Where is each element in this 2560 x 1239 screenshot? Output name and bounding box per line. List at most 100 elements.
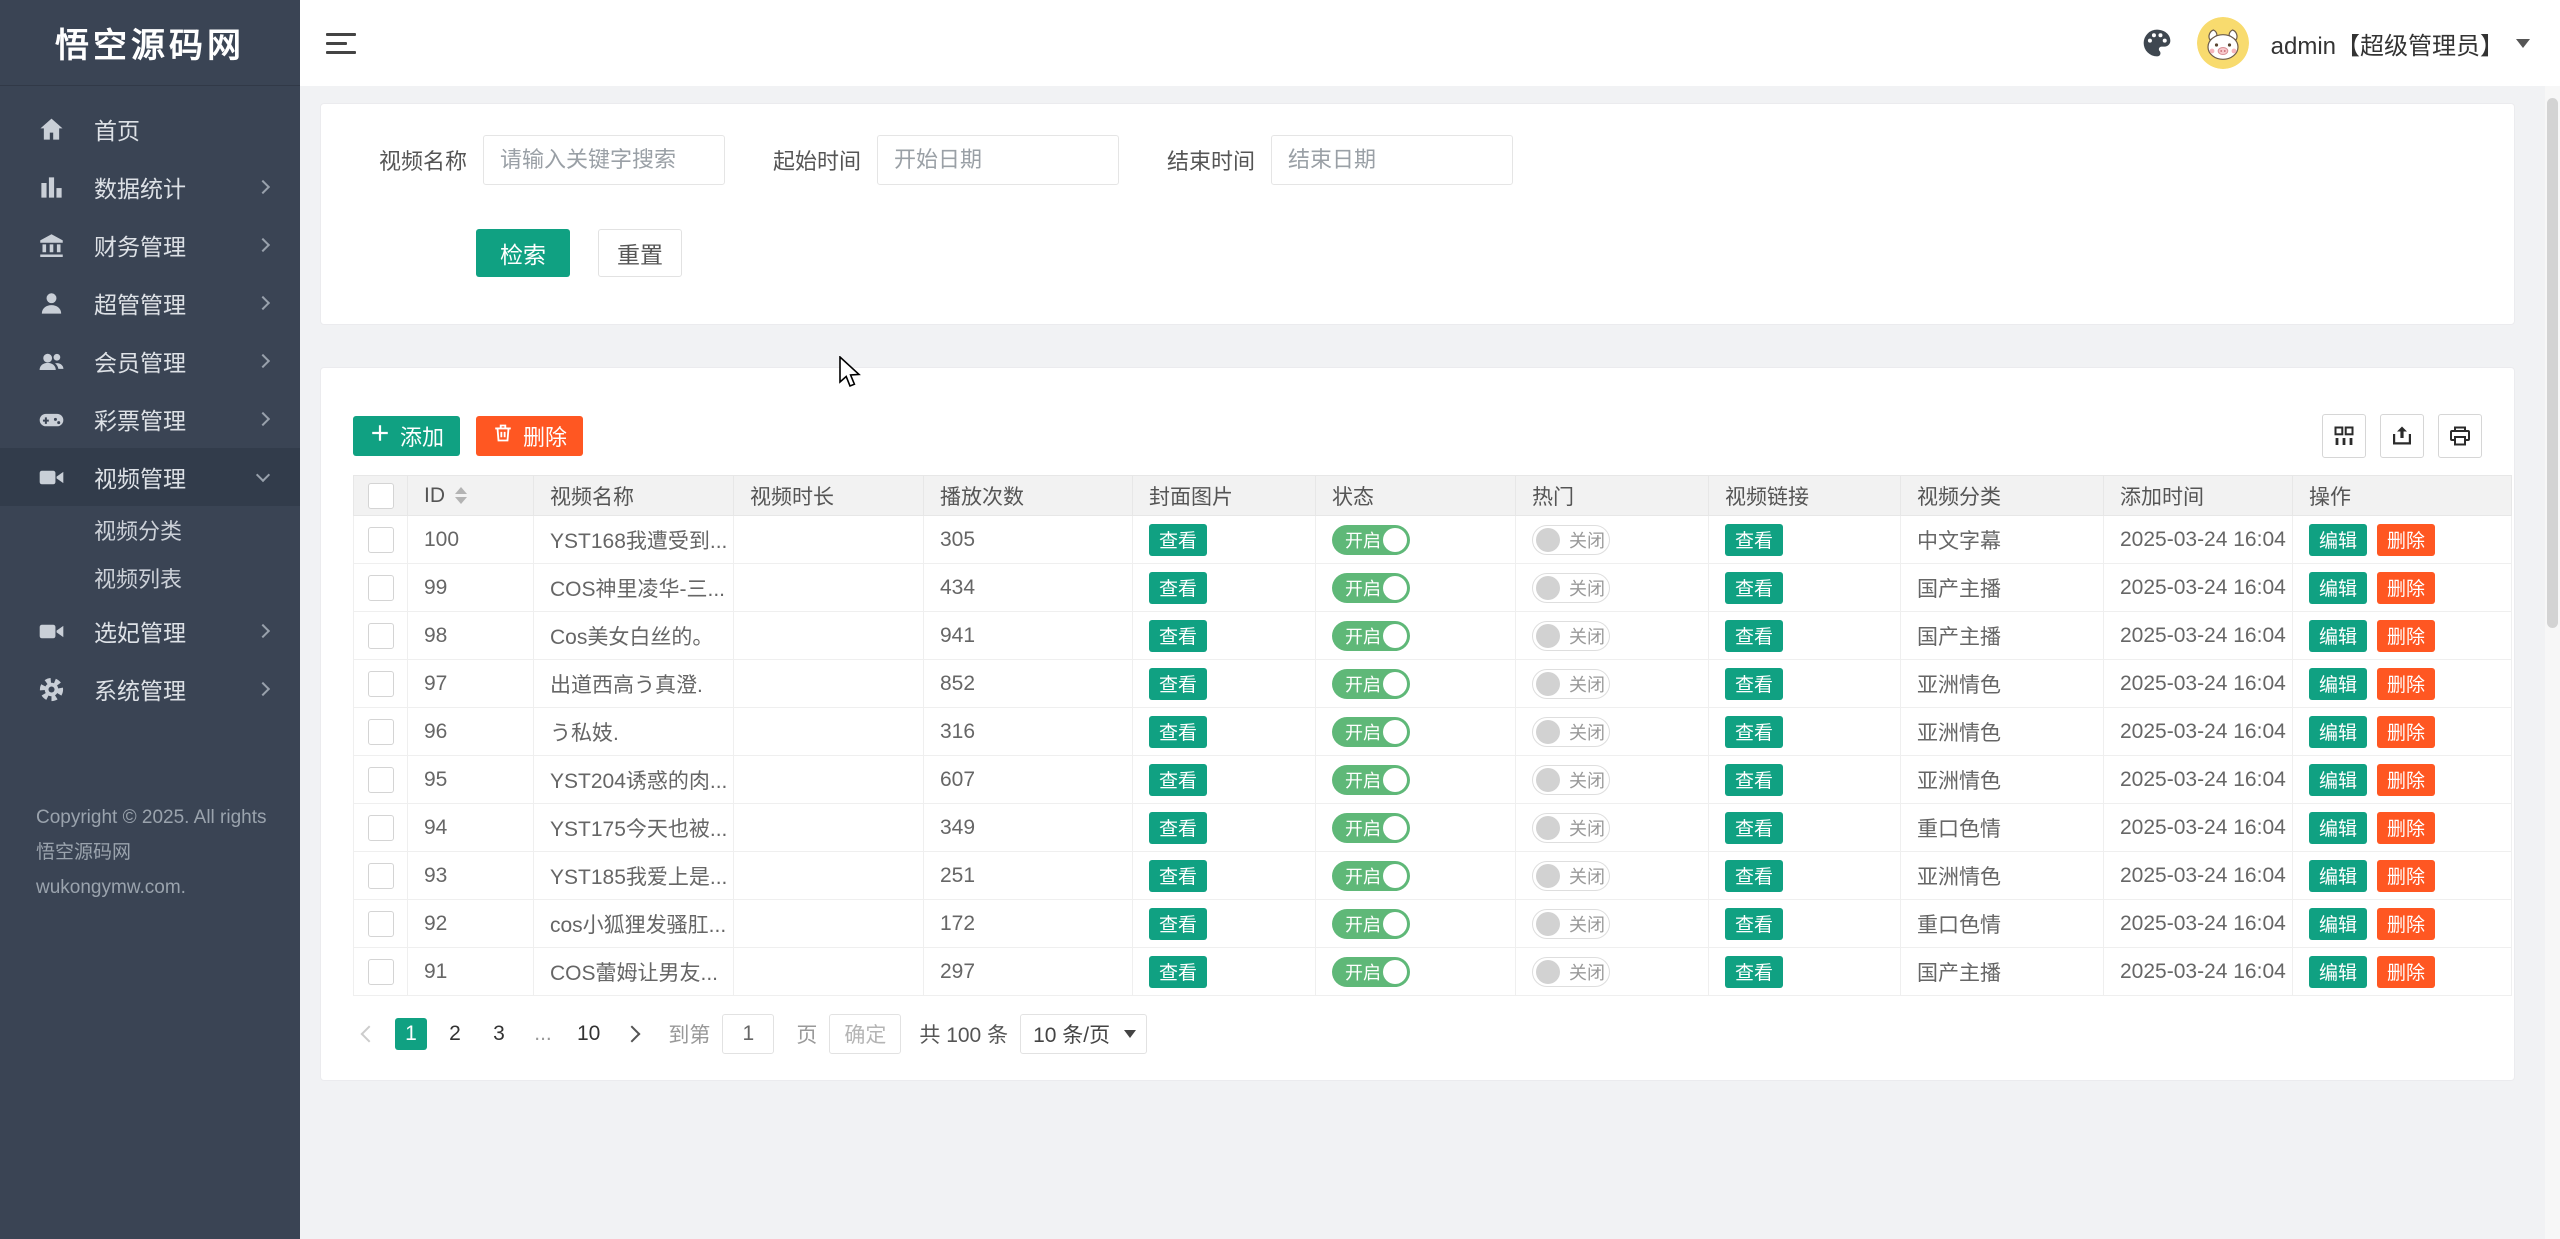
sidebar-subitem-video-list[interactable]: 视频列表 <box>0 554 300 602</box>
view-cover-button[interactable]: 查看 <box>1149 620 1207 652</box>
row-checkbox[interactable] <box>368 575 394 601</box>
page-number-3[interactable]: 3 <box>483 1018 515 1050</box>
view-link-button[interactable]: 查看 <box>1725 764 1783 796</box>
row-checkbox[interactable] <box>368 911 394 937</box>
delete-button[interactable]: 删除 <box>2377 668 2435 700</box>
edit-button[interactable]: 编辑 <box>2309 572 2367 604</box>
next-page-icon[interactable] <box>624 1026 641 1043</box>
edit-button[interactable]: 编辑 <box>2309 908 2367 940</box>
hot-toggle[interactable]: 关闭 <box>1532 957 1610 987</box>
view-link-button[interactable]: 查看 <box>1725 524 1783 556</box>
status-toggle[interactable]: 开启 <box>1332 957 1410 987</box>
delete-button[interactable]: 删除 <box>2377 524 2435 556</box>
view-cover-button[interactable]: 查看 <box>1149 668 1207 700</box>
page-number-2[interactable]: 2 <box>439 1018 471 1050</box>
view-cover-button[interactable]: 查看 <box>1149 812 1207 844</box>
delete-button[interactable]: 删除 <box>2377 620 2435 652</box>
row-checkbox[interactable] <box>368 767 394 793</box>
view-cover-button[interactable]: 查看 <box>1149 716 1207 748</box>
user-dropdown[interactable]: admin【超级管理员】 <box>2271 26 2530 61</box>
sidebar-item-xuanfei[interactable]: 选妃管理 <box>0 602 300 660</box>
jump-page-input[interactable] <box>722 1014 774 1054</box>
status-toggle[interactable]: 开启 <box>1332 717 1410 747</box>
row-checkbox[interactable] <box>368 719 394 745</box>
view-link-button[interactable]: 查看 <box>1725 620 1783 652</box>
hot-toggle[interactable]: 关闭 <box>1532 525 1610 555</box>
edit-button[interactable]: 编辑 <box>2309 812 2367 844</box>
sidebar-item-home[interactable]: 首页 <box>0 100 300 158</box>
edit-button[interactable]: 编辑 <box>2309 764 2367 796</box>
jump-confirm-button[interactable]: 确定 <box>829 1014 901 1054</box>
video-name-input[interactable] <box>483 135 725 185</box>
status-toggle[interactable]: 开启 <box>1332 909 1410 939</box>
delete-button[interactable]: 删除 <box>2377 860 2435 892</box>
sort-icon[interactable] <box>455 487 467 504</box>
export-button[interactable] <box>2380 414 2424 458</box>
view-cover-button[interactable]: 查看 <box>1149 764 1207 796</box>
hot-toggle[interactable]: 关闭 <box>1532 861 1610 891</box>
sidebar-item-video[interactable]: 视频管理 <box>0 448 300 506</box>
sidebar-subitem-video-category[interactable]: 视频分类 <box>0 506 300 554</box>
delete-selected-button[interactable]: 删除 <box>476 416 583 456</box>
delete-button[interactable]: 删除 <box>2377 956 2435 988</box>
print-button[interactable] <box>2438 414 2482 458</box>
view-link-button[interactable]: 查看 <box>1725 572 1783 604</box>
hot-toggle[interactable]: 关闭 <box>1532 717 1610 747</box>
delete-button[interactable]: 删除 <box>2377 812 2435 844</box>
hot-toggle[interactable]: 关闭 <box>1532 669 1610 699</box>
status-toggle[interactable]: 开启 <box>1332 765 1410 795</box>
row-checkbox[interactable] <box>368 527 394 553</box>
status-toggle[interactable]: 开启 <box>1332 621 1410 651</box>
status-toggle[interactable]: 开启 <box>1332 813 1410 843</box>
view-link-button[interactable]: 查看 <box>1725 668 1783 700</box>
view-link-button[interactable]: 查看 <box>1725 716 1783 748</box>
row-checkbox[interactable] <box>368 863 394 889</box>
sidebar-item-finance[interactable]: 财务管理 <box>0 216 300 274</box>
end-date-input[interactable] <box>1271 135 1513 185</box>
view-cover-button[interactable]: 查看 <box>1149 524 1207 556</box>
hot-toggle[interactable]: 关闭 <box>1532 909 1610 939</box>
row-checkbox[interactable] <box>368 959 394 985</box>
hamburger-icon[interactable] <box>326 21 370 65</box>
view-cover-button[interactable]: 查看 <box>1149 956 1207 988</box>
sidebar-item-super-admin[interactable]: 超管管理 <box>0 274 300 332</box>
page-scrollbar[interactable] <box>2545 86 2560 1239</box>
reset-button[interactable]: 重置 <box>598 229 682 277</box>
row-checkbox[interactable] <box>368 671 394 697</box>
row-checkbox[interactable] <box>368 815 394 841</box>
start-date-input[interactable] <box>877 135 1119 185</box>
add-button[interactable]: 添加 <box>353 416 460 456</box>
status-toggle[interactable]: 开启 <box>1332 861 1410 891</box>
view-link-button[interactable]: 查看 <box>1725 812 1783 844</box>
edit-button[interactable]: 编辑 <box>2309 620 2367 652</box>
delete-button[interactable]: 删除 <box>2377 764 2435 796</box>
select-all-checkbox[interactable] <box>368 483 394 509</box>
delete-button[interactable]: 删除 <box>2377 716 2435 748</box>
filter-columns-button[interactable] <box>2322 414 2366 458</box>
hot-toggle[interactable]: 关闭 <box>1532 573 1610 603</box>
search-button[interactable]: 检索 <box>476 229 570 277</box>
view-cover-button[interactable]: 查看 <box>1149 572 1207 604</box>
view-cover-button[interactable]: 查看 <box>1149 908 1207 940</box>
sidebar-item-data-stats[interactable]: 数据统计 <box>0 158 300 216</box>
view-link-button[interactable]: 查看 <box>1725 908 1783 940</box>
status-toggle[interactable]: 开启 <box>1332 669 1410 699</box>
sidebar-item-lottery[interactable]: 彩票管理 <box>0 390 300 448</box>
status-toggle[interactable]: 开启 <box>1332 525 1410 555</box>
sort-asc-icon[interactable] <box>455 487 467 494</box>
palette-icon[interactable] <box>2139 25 2175 61</box>
scrollbar-thumb[interactable] <box>2547 98 2558 628</box>
hot-toggle[interactable]: 关闭 <box>1532 621 1610 651</box>
view-link-button[interactable]: 查看 <box>1725 956 1783 988</box>
row-checkbox[interactable] <box>368 623 394 649</box>
edit-button[interactable]: 编辑 <box>2309 860 2367 892</box>
edit-button[interactable]: 编辑 <box>2309 524 2367 556</box>
page-number-1[interactable]: 1 <box>395 1018 427 1050</box>
view-cover-button[interactable]: 查看 <box>1149 860 1207 892</box>
hot-toggle[interactable]: 关闭 <box>1532 765 1610 795</box>
avatar[interactable] <box>2197 17 2249 69</box>
page-size-select[interactable]: 10 条/页 <box>1020 1014 1147 1054</box>
sort-desc-icon[interactable] <box>455 497 467 504</box>
edit-button[interactable]: 编辑 <box>2309 956 2367 988</box>
prev-page-icon[interactable] <box>361 1026 378 1043</box>
